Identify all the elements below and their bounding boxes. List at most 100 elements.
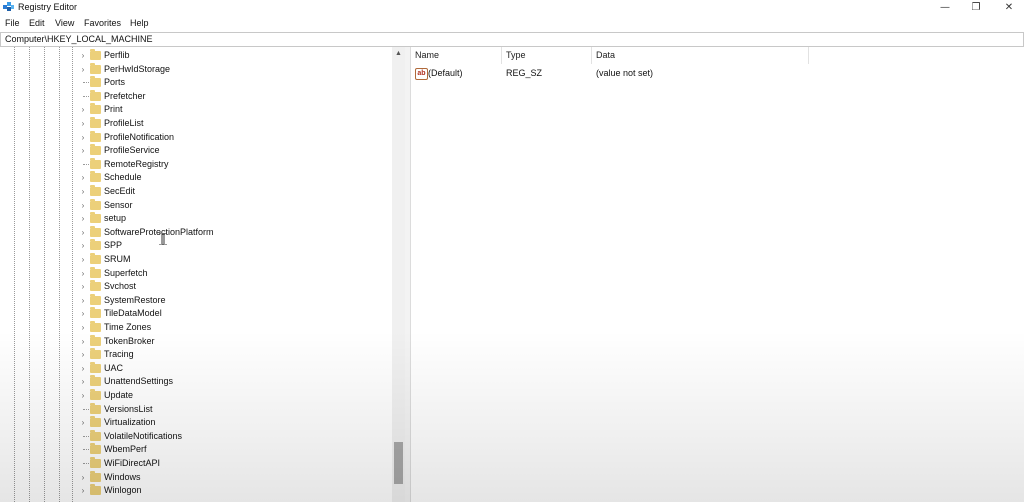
close-button[interactable]: ✕ [994,0,1024,15]
tree-item-label: VersionsList [104,403,153,414]
menu-file[interactable]: File [5,18,20,28]
tree-item[interactable]: › ProfileList [0,117,392,130]
expand-chevron-icon[interactable]: › [79,417,87,428]
tree-item[interactable]: › SoftwareProtectionPlatform [0,225,392,239]
tree-item[interactable]: › ProfileNotification [0,130,392,144]
tree-item[interactable]: › SystemRestore [0,293,392,307]
column-header-type[interactable]: Type [506,50,526,60]
tree-item[interactable]: › SPP [0,239,392,252]
expand-chevron-icon[interactable]: › [79,50,87,61]
tree-item[interactable]: VersionsList [0,402,392,416]
expand-chevron-icon[interactable]: › [79,145,87,156]
folder-icon [90,429,101,441]
tree-item[interactable]: › UAC [0,361,392,375]
expand-chevron-icon[interactable]: › [79,132,87,143]
tree-item[interactable]: WiFiDirectAPI [0,457,392,470]
value-data: (value not set) [596,68,654,78]
expand-chevron-icon[interactable]: › [79,295,87,306]
tree-item[interactable]: › Virtualization [0,416,392,429]
tree-item[interactable]: › TokenBroker [0,334,392,348]
tree-item[interactable]: Prefetcher [0,89,392,103]
tree-item-label: UAC [104,362,124,373]
tree-item[interactable]: › SecEdit [0,185,392,198]
tree-item[interactable]: Ports [0,76,392,89]
tree-item-label: Prefetcher [104,90,146,101]
expand-chevron-icon[interactable]: › [79,118,87,129]
tree-item[interactable]: › UnattendSettings [0,375,392,388]
tree-item[interactable]: › Schedule [0,171,392,184]
minimize-button[interactable]: — [930,0,960,15]
expand-chevron-icon[interactable]: › [79,64,87,75]
folder-icon [90,117,101,128]
folder-icon [90,484,101,496]
tree-item-label: Winlogon [104,485,142,496]
column-divider[interactable] [591,47,592,64]
registry-editor-icon [3,2,14,11]
tree-item[interactable]: › setup [0,212,392,225]
restore-button[interactable]: ❐ [961,0,991,15]
tree-branch-line [83,408,89,410]
expand-chevron-icon[interactable]: › [79,268,87,279]
menu-help[interactable]: Help [130,18,149,28]
column-header-data[interactable]: Data [596,50,615,60]
expand-chevron-icon[interactable]: › [79,281,87,292]
tree-item[interactable]: RemoteRegistry [0,157,392,171]
expand-chevron-icon[interactable]: › [79,308,87,319]
tree-item-label: RemoteRegistry [104,158,169,169]
tree-item[interactable]: › Perflib [0,49,392,62]
expand-chevron-icon[interactable]: › [79,376,87,387]
tree-item[interactable]: › Windows [0,470,392,484]
column-header-name[interactable]: Name [415,50,439,60]
expand-chevron-icon[interactable]: › [79,254,87,265]
tree-item[interactable]: › Update [0,389,392,402]
expand-chevron-icon[interactable]: › [79,390,87,401]
key-tree-pane[interactable]: › Perflib › PerHwIdStorage Ports Prefetcher › P… [0,47,405,502]
expand-chevron-icon[interactable]: › [79,227,87,238]
expand-chevron-icon[interactable]: › [79,322,87,333]
tree-item[interactable]: › Time Zones [0,321,392,334]
tree-item-label: PerHwIdStorage [104,63,171,74]
scroll-up-arrow-icon[interactable]: ▲ [392,49,405,59]
tree-item[interactable]: WbemPerf [0,443,392,456]
tree-item[interactable]: › Print [0,103,392,116]
tree-item[interactable]: › PerHwIdStorage [0,62,392,76]
value-row[interactable]: ab (Default) REG_SZ (value not set) [411,67,1024,80]
tree-scrollbar[interactable]: ▲ [392,47,405,502]
expand-chevron-icon[interactable]: › [79,186,87,197]
expand-chevron-icon[interactable]: › [79,200,87,211]
folder-icon [90,457,101,468]
tree-item[interactable]: VolatileNotifications [0,429,392,443]
values-list-pane[interactable]: Name Type Data ab (Default) REG_SZ (valu… [411,47,1024,502]
tree-item-label: Perflib [104,50,130,60]
tree-branch-line [83,95,89,97]
menu-favorites[interactable]: Favorites [84,18,121,28]
menu-view[interactable]: View [55,18,74,28]
tree-item[interactable]: › Superfetch [0,266,392,280]
menu-edit[interactable]: Edit [29,18,45,28]
expand-chevron-icon[interactable]: › [79,472,87,483]
expand-chevron-icon[interactable]: › [79,172,87,183]
tree-item[interactable]: › Sensor [0,198,392,212]
address-path: Computer\HKEY_LOCAL_MACHINE [5,34,153,44]
expand-chevron-icon[interactable]: › [79,336,87,347]
expand-chevron-icon[interactable]: › [79,485,87,496]
scroll-thumb[interactable] [394,442,403,484]
tree-item[interactable]: › Winlogon [0,484,392,497]
column-divider[interactable] [808,47,809,64]
tree-item[interactable]: › TileDataModel [0,307,392,320]
expand-chevron-icon[interactable]: › [79,363,87,374]
expand-chevron-icon[interactable]: › [79,240,87,251]
expand-chevron-icon[interactable]: › [79,213,87,224]
tree-item-label: Ports [104,77,126,88]
expand-chevron-icon[interactable]: › [79,349,87,360]
column-divider[interactable] [501,47,502,64]
tree-item[interactable]: › Svchost [0,280,392,293]
tree-item[interactable]: › ProfileService [0,144,392,157]
expand-chevron-icon[interactable]: › [79,104,87,115]
tree-item[interactable]: › Tracing [0,348,392,361]
address-bar[interactable]: Computer\HKEY_LOCAL_MACHINE [0,32,1024,47]
folder-icon [90,198,101,210]
tree-item[interactable]: › SRUM [0,253,392,266]
folder-icon [90,144,101,156]
folder-icon [90,361,101,373]
